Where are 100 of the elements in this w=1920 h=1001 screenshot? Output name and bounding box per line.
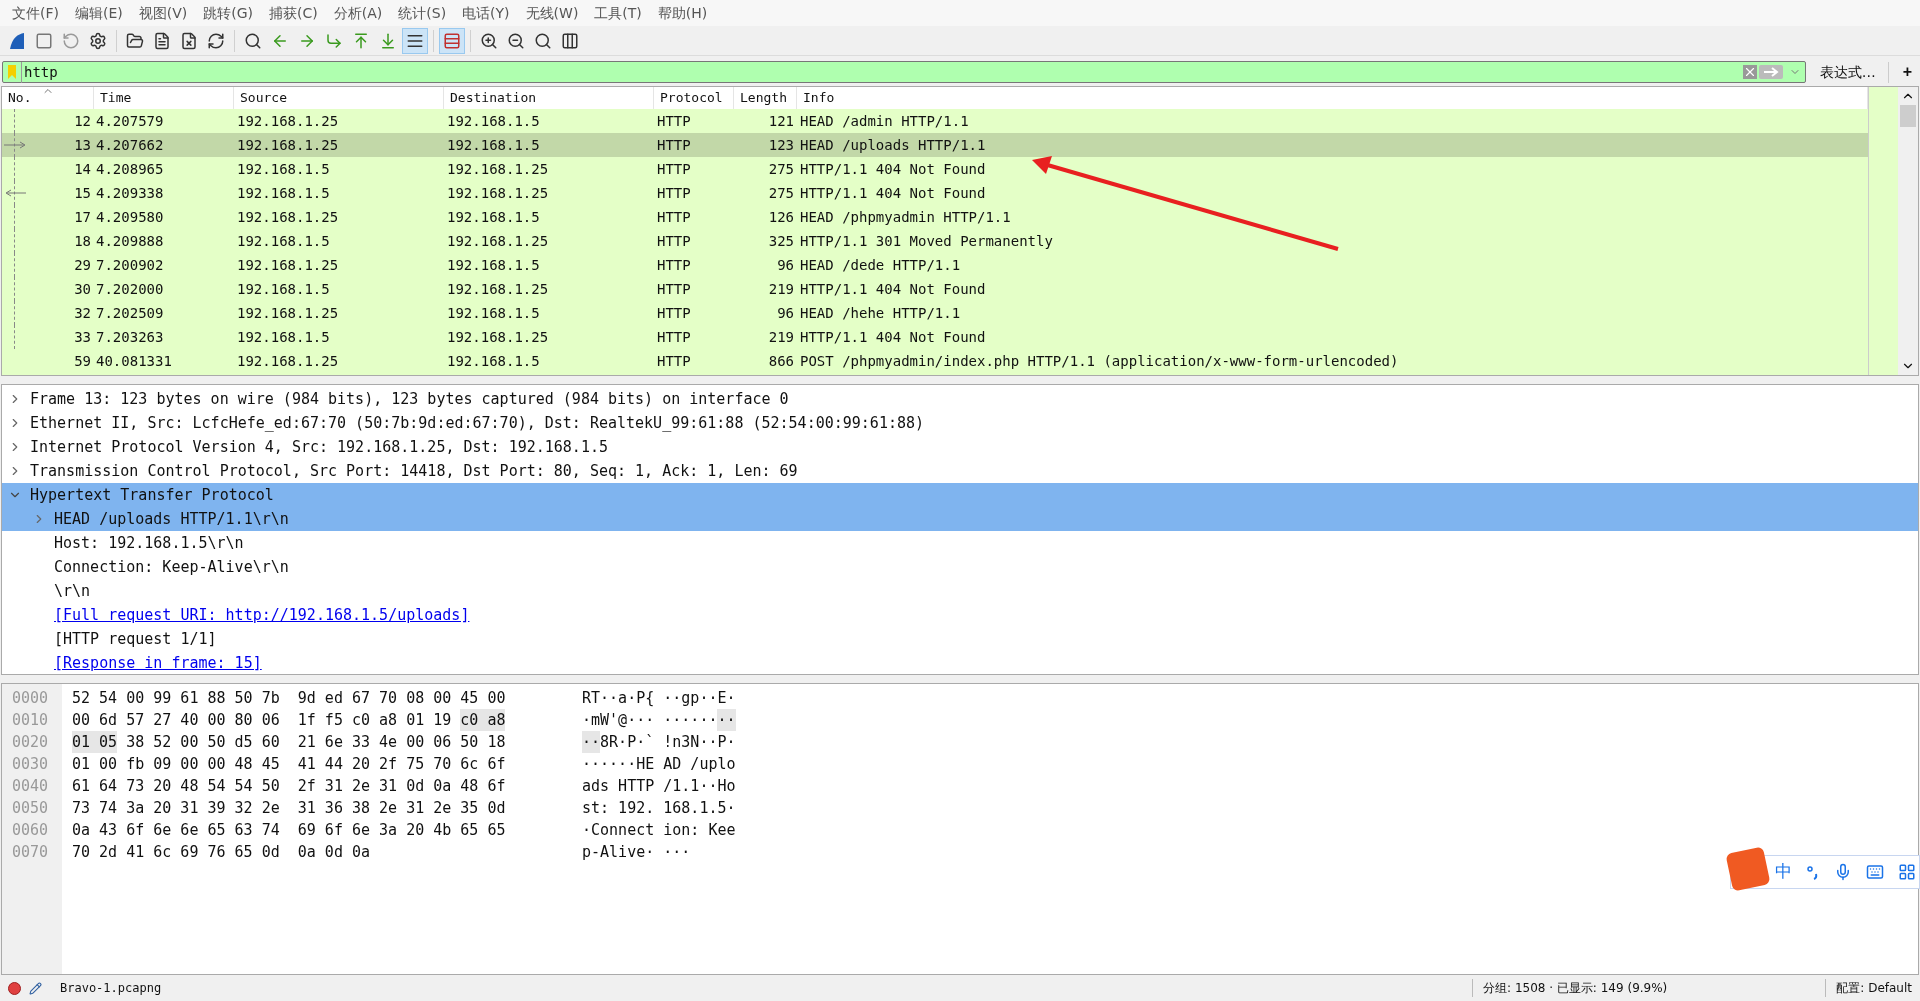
menu-item[interactable]: 跳转(G) xyxy=(195,2,262,24)
packet-row[interactable]: 12 4.207579 192.168.1.25 192.168.1.5 HTTP 121 HEAD /admin HTTP/1.1 xyxy=(2,109,1868,133)
edit-comment-icon[interactable] xyxy=(29,981,42,995)
toolbar-button[interactable] xyxy=(402,27,428,54)
table-cell: 325 xyxy=(768,232,794,249)
detail-row[interactable]: Ethernet II, Src: LcfcHefe_ed:67:70 (50:7b:9d:ed:67:70), Dst: RealtekU_99:61:88 (52:54:00:99:61:88) xyxy=(2,411,1918,435)
detail-row[interactable]: HEAD /uploads HTTP/1.1\r\n xyxy=(2,507,1918,531)
table-cell: 192.168.1.5 xyxy=(237,232,330,249)
request-arrow-icon xyxy=(4,141,28,149)
table-cell: 866 xyxy=(768,352,794,369)
restart-icon xyxy=(62,31,80,50)
table-cell: HTTP xyxy=(657,184,691,201)
ascii-text[interactable]: 8R·P·` !n3N··P· xyxy=(600,730,736,754)
table-cell: 7.203263 xyxy=(96,328,164,345)
detail-row[interactable]: \r\n xyxy=(2,579,1918,603)
filter-field[interactable]: http xyxy=(2,61,1806,83)
detail-text: \r\n xyxy=(54,580,91,602)
status-indicator-icon xyxy=(8,981,21,995)
hex-bytes[interactable]: 0a 43 6f 6e 6e 65 63 74 69 6f 6e 3a 20 4b 65 65 xyxy=(72,818,506,842)
table-cell: HTTP xyxy=(657,112,691,129)
packet-row[interactable]: 13 4.207662 192.168.1.25 192.168.1.5 HTTP 123 HEAD /uploads HTTP/1.1 xyxy=(2,133,1868,157)
hex-bytes[interactable]: 01 05 xyxy=(72,730,118,754)
packet-row[interactable]: 29 7.200902 192.168.1.25 192.168.1.5 HTTP 96 HEAD /dede HTTP/1.1 xyxy=(2,253,1868,277)
menu-item[interactable]: 帮助(H) xyxy=(649,2,716,24)
ime-mode[interactable]: 中 xyxy=(1775,859,1792,885)
table-cell: 13 xyxy=(74,136,91,153)
toolbar-button[interactable] xyxy=(439,27,465,54)
detail-row[interactable]: [HTTP request 1/1] xyxy=(2,627,1918,651)
ascii-text[interactable]: ·Connect ion: Kee xyxy=(582,818,736,842)
menu-item[interactable]: 文件(F) xyxy=(4,2,67,24)
keyboard-icon[interactable] xyxy=(1866,863,1884,881)
scroll-thumb[interactable] xyxy=(1900,105,1916,127)
ascii-text[interactable]: st: 192. 168.1.5· xyxy=(582,796,736,820)
table-cell: 126 xyxy=(768,208,794,225)
ascii-text[interactable]: ads HTTP /1.1··Ho xyxy=(582,774,736,798)
ascii-text[interactable]: ·· xyxy=(717,708,736,732)
clear-icon[interactable] xyxy=(1742,65,1757,79)
hex-bytes[interactable]: 52 54 00 99 61 88 50 7b 9d ed 67 70 08 00 45 00 xyxy=(72,686,506,710)
packet-row[interactable]: 33 7.203263 192.168.1.5 192.168.1.25 HTTP 219 HTTP/1.1 404 Not Found xyxy=(2,325,1868,349)
menu-item[interactable]: 捕获(C) xyxy=(261,2,326,24)
scrollbar[interactable] xyxy=(1898,87,1918,375)
ascii-text[interactable]: ·· xyxy=(582,730,601,754)
expression-button[interactable]: 表达式… xyxy=(1813,61,1889,83)
hex-bytes[interactable]: c0 a8 xyxy=(460,708,506,732)
packet-row[interactable]: 14 4.208965 192.168.1.5 192.168.1.25 HTTP 275 HTTP/1.1 404 Not Found xyxy=(2,157,1868,181)
goto-icon xyxy=(325,31,343,50)
close-file-icon xyxy=(180,31,198,50)
table-cell: 59 xyxy=(74,352,91,369)
ascii-text[interactable]: RT··a·P{ ··gp··E· xyxy=(582,686,736,710)
detail-row[interactable]: Transmission Control Protocol, Src Port: 14418, Dst Port: 80, Seq: 1, Ack: 1, Len: 69 xyxy=(2,459,1918,483)
bookmark-icon xyxy=(7,64,17,80)
grid-icon[interactable] xyxy=(1898,863,1916,881)
table-cell: 192.168.1.5 xyxy=(447,208,540,225)
table-cell: 14 xyxy=(74,160,91,177)
menu-item[interactable]: 统计(S) xyxy=(390,2,455,24)
menu-item[interactable]: 电话(Y) xyxy=(454,2,518,24)
packet-row[interactable]: 59 40.081331 192.168.1.25 192.168.1.5 HTTP 866 POST /phpmyadmin/index.php HTTP/1.1 (application/x-www-form-urlencoded) xyxy=(2,349,1868,373)
add-filter-button[interactable]: + xyxy=(1896,60,1918,84)
packet-row[interactable]: 18 4.209888 192.168.1.5 192.168.1.25 HTTP 325 HTTP/1.1 301 Moved Permanently xyxy=(2,229,1868,253)
menu-item[interactable]: 视图(V) xyxy=(130,2,196,24)
detail-link[interactable]: [Response in frame: 15] xyxy=(54,651,262,674)
hex-bytes[interactable]: 01 00 fb 09 00 00 48 45 41 44 20 2f 75 70 6c 6f xyxy=(72,752,506,776)
table-cell: HTTP xyxy=(657,280,691,297)
detail-row[interactable]: Host: 192.168.1.5\r\n xyxy=(2,531,1918,555)
table-cell: 4.209338 xyxy=(96,184,164,201)
hex-bytes[interactable]: 38 52 00 50 d5 60 21 6e 33 4e 00 06 50 18 xyxy=(117,730,506,754)
detail-row[interactable]: [Response in frame: 15] xyxy=(2,651,1918,674)
menu-item[interactable]: 编辑(E) xyxy=(67,2,131,24)
ascii-text[interactable]: p-Alive· ··· xyxy=(582,840,691,864)
packet-row[interactable]: 15 4.209338 192.168.1.5 192.168.1.25 HTTP 275 HTTP/1.1 404 Not Found xyxy=(2,181,1868,205)
detail-row[interactable]: Hypertext Transfer Protocol xyxy=(2,483,1918,507)
hex-bytes[interactable]: 00 6d 57 27 40 00 80 06 1f f5 c0 a8 01 19 xyxy=(72,708,461,732)
menu-item[interactable]: 分析(A) xyxy=(325,2,391,24)
detail-link[interactable]: [Full request URI: http://192.168.1.5/uploads] xyxy=(54,603,470,627)
table-cell: 192.168.1.5 xyxy=(447,112,540,129)
detail-text: Ethernet II, Src: LcfcHefe_ed:67:70 (50:7b:9d:ed:67:70), Dst: RealtekU_99:61:88 (52:54:00:99:61:88) xyxy=(30,412,925,434)
ascii-text[interactable]: ······HE AD /uplo xyxy=(582,752,736,776)
detail-row[interactable]: Internet Protocol Version 4, Src: 192.168.1.25, Dst: 192.168.1.5 xyxy=(2,435,1918,459)
packet-row[interactable]: 32 7.202509 192.168.1.25 192.168.1.5 HTTP 96 HEAD /hehe HTTP/1.1 xyxy=(2,301,1868,325)
hex-bytes[interactable]: 73 74 3a 20 31 39 32 2e 31 36 38 2e 31 2e 35 0d xyxy=(72,796,506,820)
table-cell: 4.209888 xyxy=(96,232,164,249)
packet-row[interactable]: 30 7.202000 192.168.1.5 192.168.1.25 HTTP 219 HTTP/1.1 404 Not Found xyxy=(2,277,1868,301)
microphone-icon[interactable] xyxy=(1834,863,1852,881)
table-cell: 33 xyxy=(74,328,91,345)
offset-label: 0060 xyxy=(12,819,49,841)
detail-row[interactable]: Frame 13: 123 bytes on wire (984 bits), 123 bytes captured (984 bits) on interface 0 xyxy=(2,387,1918,411)
response-arrow-icon xyxy=(4,189,28,197)
punctuation-icon[interactable] xyxy=(1806,864,1820,880)
detail-row[interactable]: [Full request URI: http://192.168.1.5/uploads] xyxy=(2,603,1918,627)
gear-icon xyxy=(89,31,107,50)
menu-item[interactable]: 工具(T) xyxy=(586,2,650,24)
table-cell: 30 xyxy=(74,280,91,297)
table-cell: 4.207662 xyxy=(96,136,164,153)
hex-bytes[interactable]: 70 2d 41 6c 69 76 65 0d 0a 0d 0a xyxy=(72,840,370,864)
packet-row[interactable]: 17 4.209580 192.168.1.25 192.168.1.5 HTTP 126 HEAD /phpmyadmin HTTP/1.1 xyxy=(2,205,1868,229)
ascii-text[interactable]: ·mW'@··· ······ xyxy=(582,708,718,732)
detail-row[interactable]: Connection: Keep-Alive\r\n xyxy=(2,555,1918,579)
hex-bytes[interactable]: 61 64 73 20 48 54 54 50 2f 31 2e 31 0d 0a 48 6f xyxy=(72,774,506,798)
table-cell: HTTP xyxy=(657,208,691,225)
menu-item[interactable]: 无线(W) xyxy=(517,2,587,24)
